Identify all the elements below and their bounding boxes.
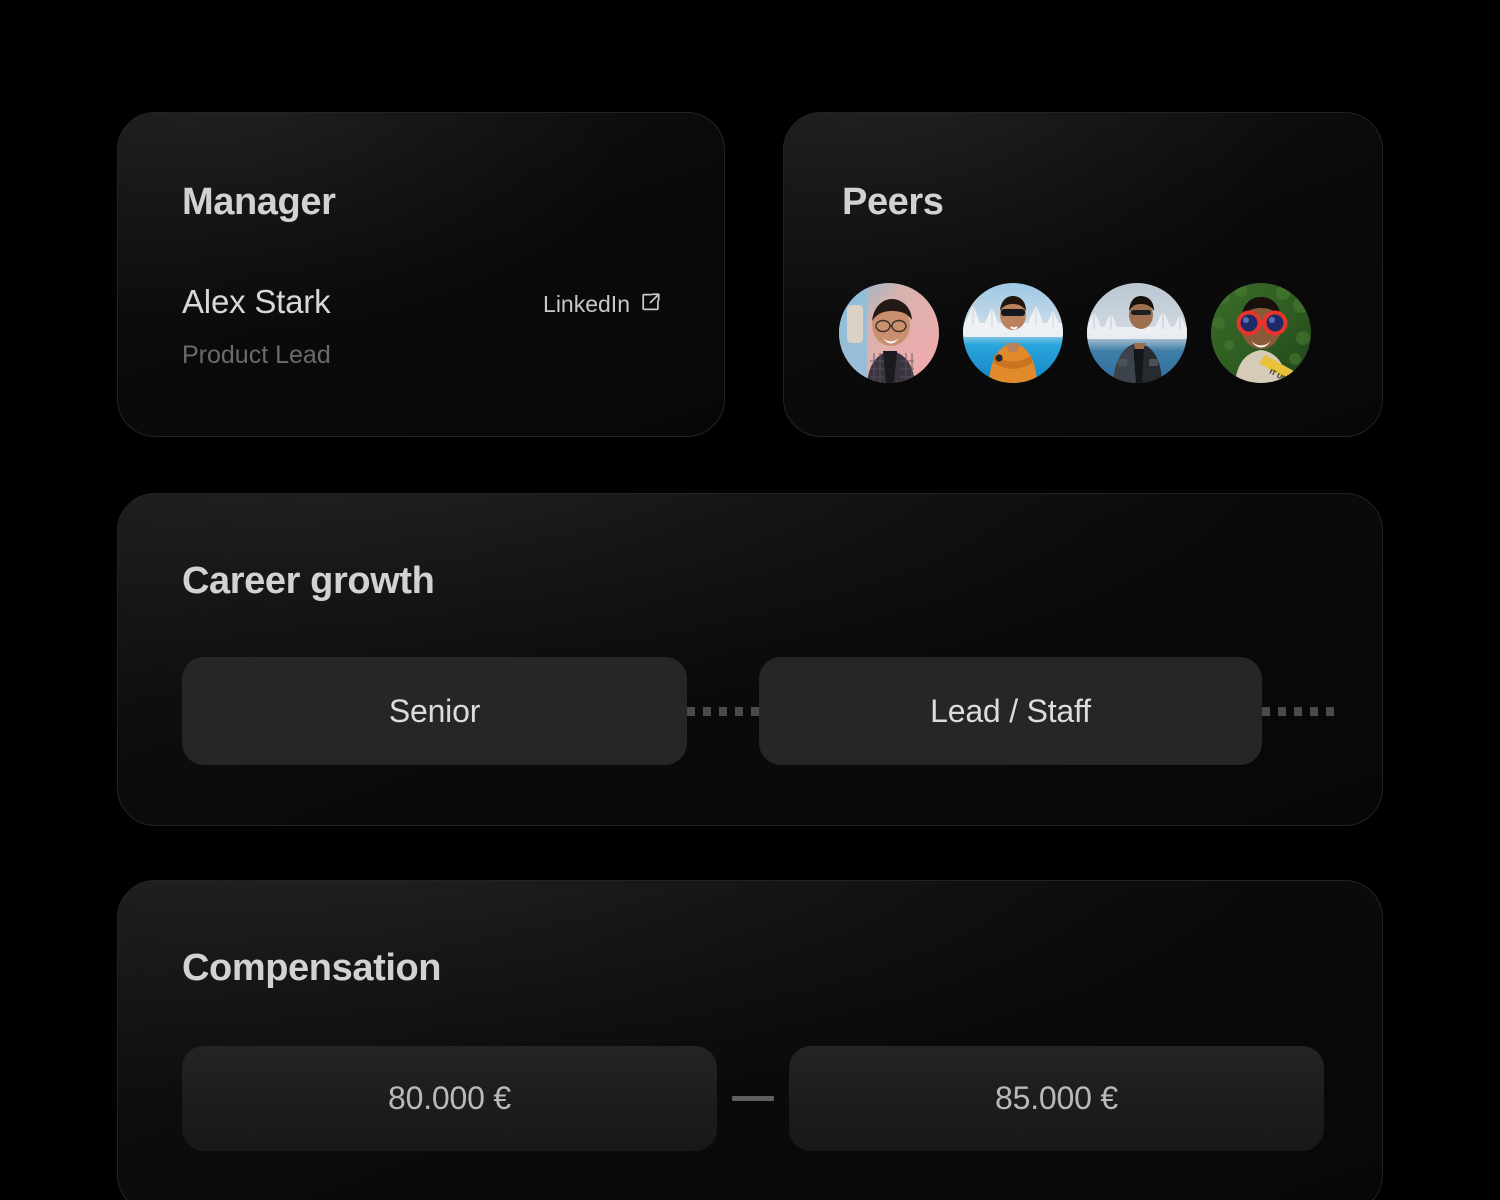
external-link-icon [640, 291, 662, 318]
compensation-card-title: Compensation [182, 947, 442, 989]
manager-name: Alex Stark [182, 283, 331, 320]
career-stage-lead-staff[interactable]: Lead / Staff [759, 657, 1262, 765]
compensation-range: 80.000 € 85.000 € [182, 1046, 1324, 1151]
career-connector-dots [687, 706, 759, 716]
career-growth-card: Career growth Senior Lead / Staff [117, 493, 1383, 826]
career-connector-dots-trailing [1262, 706, 1334, 716]
peers-avatar-list: IT UP [839, 283, 1311, 383]
compensation-min-box[interactable]: 80.000 € [182, 1046, 717, 1151]
career-stage-label: Senior [388, 692, 481, 729]
compensation-max-box[interactable]: 85.000 € [789, 1046, 1324, 1151]
career-track: Senior Lead / Staff [182, 657, 1382, 765]
profile-detail-screen: Manager Alex Stark LinkedIn Product Lead… [0, 0, 1500, 1200]
compensation-min-value: 80.000 € [388, 1080, 511, 1116]
avatar[interactable] [963, 283, 1063, 383]
career-growth-card-title: Career growth [182, 560, 435, 602]
career-stage-senior[interactable]: Senior [182, 657, 687, 765]
avatar[interactable] [839, 283, 939, 383]
manager-card-title: Manager [182, 181, 336, 223]
compensation-range-separator [717, 1096, 789, 1101]
avatar[interactable] [1087, 283, 1187, 383]
compensation-card: Compensation 80.000 € 85.000 € [117, 880, 1383, 1200]
manager-info-row: Alex Stark LinkedIn [182, 283, 662, 327]
peers-card: Peers IT UP [783, 112, 1383, 437]
manager-role: Product Lead [182, 341, 331, 369]
linkedin-label: LinkedIn [543, 291, 630, 317]
manager-linkedin-link[interactable]: LinkedIn [543, 291, 662, 318]
manager-card: Manager Alex Stark LinkedIn Product Lead [117, 112, 725, 437]
peers-card-title: Peers [842, 181, 944, 223]
career-stage-label: Lead / Staff [930, 692, 1091, 729]
avatar[interactable]: IT UP [1211, 283, 1311, 383]
compensation-max-value: 85.000 € [995, 1080, 1118, 1116]
